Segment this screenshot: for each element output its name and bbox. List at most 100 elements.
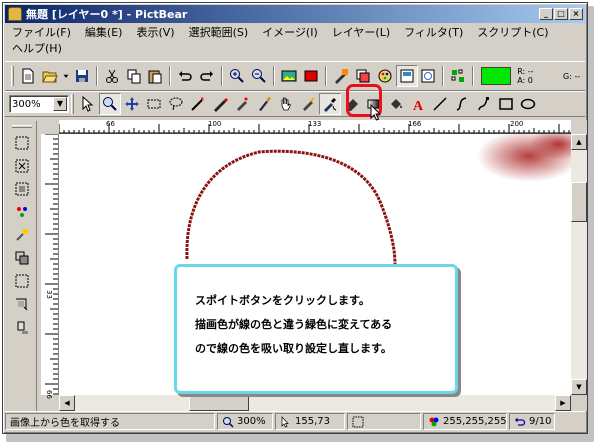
bucket-fill-tool-icon[interactable] — [385, 93, 407, 115]
pen-tool-icon[interactable] — [209, 93, 231, 115]
scroll-up-icon[interactable]: ▲ — [571, 134, 587, 150]
cut-icon[interactable] — [101, 65, 123, 87]
hand-tool-icon[interactable] — [275, 93, 297, 115]
status-size-panel — [347, 413, 421, 430]
effects-icon[interactable] — [447, 65, 469, 87]
window-controls: _ □ × — [539, 8, 583, 20]
zoom-dropdown-icon[interactable]: ▼ — [53, 97, 67, 111]
pointer-tool-icon[interactable] — [77, 93, 99, 115]
deselect-icon[interactable] — [11, 155, 33, 177]
rotate-icon[interactable] — [11, 316, 33, 338]
menu-script[interactable]: スクリプト(C) — [470, 25, 555, 41]
status-color-panel: 255,255,255 — [423, 413, 507, 430]
menu-edit[interactable]: 編集(E) — [78, 25, 130, 41]
status-zoom: 300% — [237, 416, 266, 427]
fill-red-icon[interactable] — [300, 65, 322, 87]
smudge-tool-icon[interactable] — [297, 93, 319, 115]
top-ruler-label: 66 — [106, 120, 115, 128]
app-icon — [8, 7, 22, 21]
airbrush-tool-icon[interactable] — [231, 93, 253, 115]
scroll-right-icon[interactable]: ▶ — [555, 395, 571, 411]
toolbox-grip[interactable] — [11, 125, 32, 128]
menu-bar: ファイル(F) 編集(E) 表示(V) 選択範囲(S) イメージ(I) レイヤー… — [5, 25, 585, 59]
scroll-down-icon[interactable]: ▼ — [571, 379, 587, 395]
brush-settings-icon[interactable] — [330, 65, 352, 87]
undo-history-icon — [514, 416, 526, 428]
open-folder-icon[interactable] — [39, 65, 61, 87]
brush-tool-icon[interactable] — [253, 93, 275, 115]
vertical-scroll-thumb[interactable] — [571, 182, 587, 222]
left-ruler: 33 66 — [41, 134, 59, 399]
status-zoom-panel: 300% — [217, 413, 273, 430]
instruction-callout: スポイトボタンをクリックします。 描画色が線の色と違う緑色に変えてある ので線の… — [174, 264, 458, 394]
horizontal-scrollbar[interactable]: ◀ ▶ — [59, 395, 571, 411]
move-tool-icon[interactable] — [121, 93, 143, 115]
zoom-select[interactable]: 300% ▼ — [9, 95, 69, 113]
minimize-button[interactable]: _ — [539, 8, 553, 20]
toolbar-grip[interactable] — [71, 94, 74, 114]
vertical-scrollbar[interactable]: ▲ ▼ — [571, 134, 587, 395]
magnifier-icon — [222, 416, 234, 428]
curve-tool-icon[interactable] — [451, 93, 473, 115]
cursor-icon — [280, 415, 292, 428]
menu-file[interactable]: ファイル(F) — [5, 25, 78, 41]
text-tool-icon[interactable]: A — [407, 93, 429, 115]
zoom-in-icon[interactable] — [226, 65, 248, 87]
undo-icon[interactable] — [174, 65, 196, 87]
navigator-icon[interactable] — [395, 65, 418, 87]
maximize-button[interactable]: □ — [554, 8, 568, 20]
color-readout-g: G: -- — [563, 71, 581, 81]
zoom-out-icon[interactable] — [248, 65, 270, 87]
select-all-icon[interactable] — [11, 132, 33, 154]
lasso-tool-icon[interactable] — [165, 93, 187, 115]
status-history: 9/10 — [529, 416, 552, 427]
color-pick-icon[interactable] — [11, 201, 33, 223]
new-file-icon[interactable] — [17, 65, 39, 87]
color-readout-r: R: -- — [517, 67, 534, 76]
invert-selection-icon[interactable] — [11, 178, 33, 200]
menu-help[interactable]: ヘルプ(H) — [5, 41, 69, 57]
status-bar: 画像上から色を取得する 300% 155,73 255,255,255 9/10 — [5, 411, 585, 431]
ruler-corner — [41, 120, 59, 134]
window-title: 無題 [レイヤー0 *] - PictBear — [26, 8, 188, 21]
zoom-tool-icon[interactable] — [99, 93, 121, 115]
close-button[interactable]: × — [569, 8, 583, 20]
foreground-color-swatch[interactable] — [481, 67, 512, 85]
callout-line-2: 描画色が線の色と違う緑色に変えてある — [195, 318, 393, 331]
title-bar[interactable]: 無題 [レイヤー0 *] - PictBear _ □ × — [5, 5, 585, 23]
scroll-left-icon[interactable]: ◀ — [59, 395, 75, 411]
top-ruler-label: 166 — [408, 120, 422, 128]
paste-icon[interactable] — [145, 65, 167, 87]
top-ruler: 66 100 133 166 200 — [59, 120, 571, 134]
bezier-tool-icon[interactable] — [473, 93, 495, 115]
dropdown-arrow-icon[interactable] — [61, 65, 71, 87]
rectangle-tool-icon[interactable] — [495, 93, 517, 115]
select-color-icon[interactable] — [11, 224, 33, 246]
history-icon[interactable] — [418, 65, 440, 87]
mouse-cursor-icon — [370, 104, 382, 121]
menu-selection[interactable]: 選択範囲(S) — [182, 25, 256, 41]
redo-icon[interactable] — [196, 65, 218, 87]
magic-wand-tool-icon[interactable] — [187, 93, 209, 115]
top-ruler-label: 100 — [208, 120, 222, 128]
transform-icon[interactable] — [11, 293, 33, 315]
rect-select-tool-icon[interactable] — [143, 93, 165, 115]
horizontal-scroll-thumb[interactable] — [189, 395, 249, 411]
left-toolbox — [7, 121, 37, 411]
menu-filter[interactable]: フィルタ(T) — [397, 25, 470, 41]
status-message: 画像上から色を取得する — [5, 413, 215, 430]
menu-layer[interactable]: レイヤー(L) — [325, 25, 397, 41]
toolbar-grip[interactable] — [11, 66, 14, 86]
layer-merge-icon[interactable] — [11, 247, 33, 269]
image-icon[interactable] — [278, 65, 300, 87]
line-tool-icon[interactable] — [429, 93, 451, 115]
zoom-select-value: 300% — [12, 98, 41, 110]
copy-icon[interactable] — [123, 65, 145, 87]
menu-image[interactable]: イメージ(I) — [255, 25, 325, 41]
crop-icon[interactable] — [11, 270, 33, 292]
menu-view[interactable]: 表示(V) — [129, 25, 181, 41]
ellipse-tool-icon[interactable] — [517, 93, 539, 115]
save-icon[interactable] — [71, 65, 93, 87]
eyedropper-tool-icon[interactable] — [319, 93, 341, 115]
svg-text:A: A — [413, 99, 424, 112]
